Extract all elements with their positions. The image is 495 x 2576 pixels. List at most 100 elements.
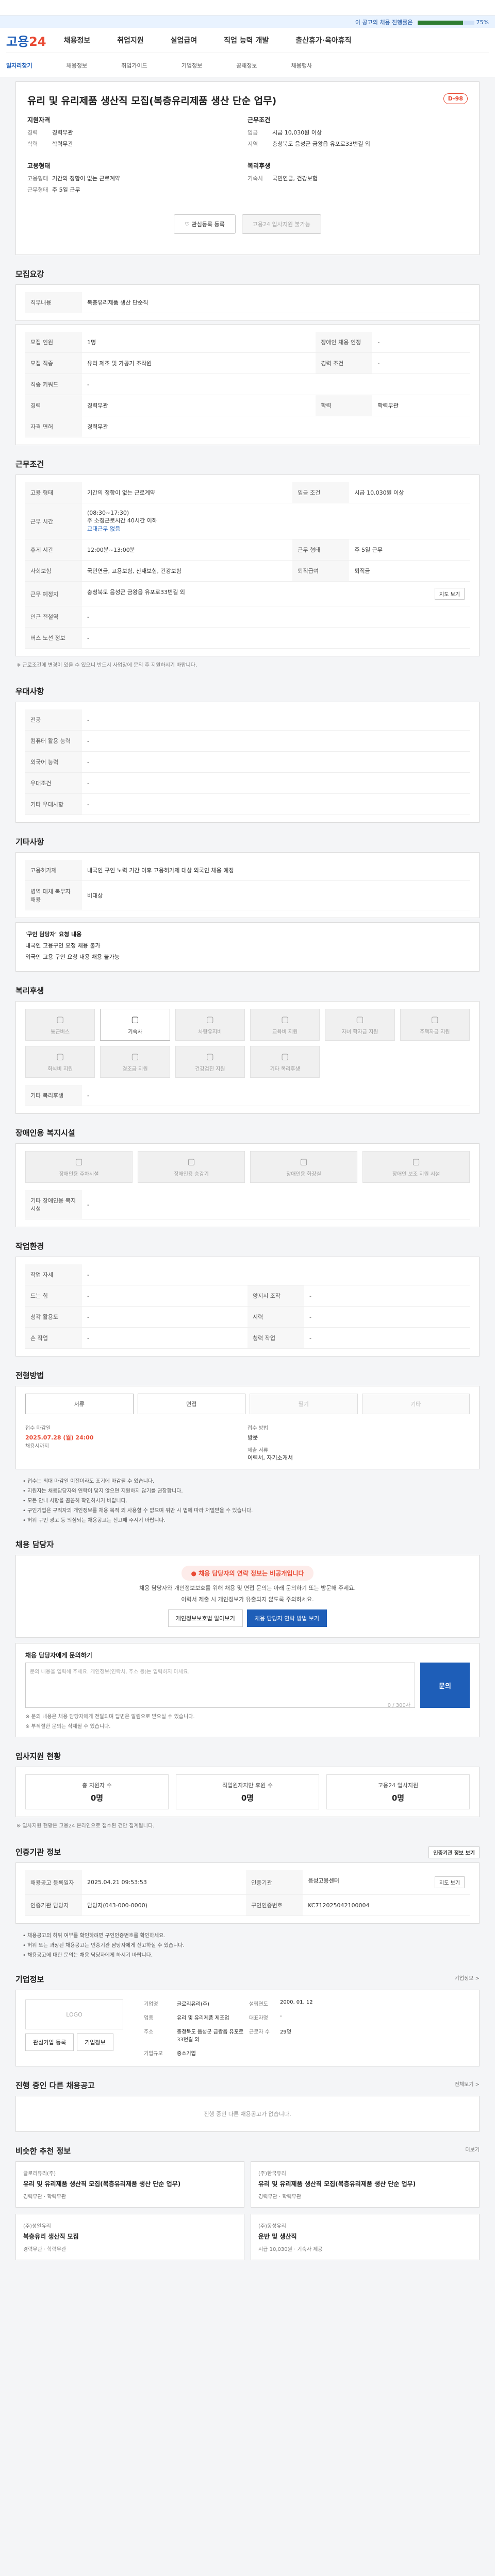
table-value: 퇴직금 <box>349 560 470 582</box>
site-logo[interactable]: 고용24 <box>6 31 46 49</box>
summary-heading: 근무조건 <box>248 116 271 124</box>
work-note: ※ 근로조건에 변경이 있을 수 있으니 반드시 사업장에 문의 후 지원하시기… <box>16 663 197 668</box>
work-section: 고용 형태 기간의 정함이 없는 근로계약 임금 조건 시급 10,030원 이상 근… <box>15 474 480 656</box>
welfare-item: ▢ 회식비 지원 <box>25 1046 95 1078</box>
agency-note: • 허위 또는 과장된 채용공고는 인증기관 담당자에게 신고하실 수 있습니다… <box>23 1943 185 1948</box>
question-submit-button[interactable]: 문의 <box>420 1663 470 1708</box>
desc-heading: '구인 담당자' 요청 내용 <box>25 931 82 938</box>
apply-stat: 직업원자지만 후원 수 0명 <box>176 1774 319 1809</box>
disabled-facility-item: ▢ 장애인용 화장실 <box>250 1151 357 1183</box>
apply-stat: 고용24 입사지원 0명 <box>326 1774 470 1809</box>
progress-fill <box>418 21 464 25</box>
table-key: 장애인 채용 인정 <box>316 332 373 353</box>
welfare-label: 통근버스 <box>51 1029 70 1035</box>
disabled-facility-item: ▢ 장애인 보조 지원 시설 <box>362 1151 470 1183</box>
table-key: 근무 시간 <box>25 503 82 539</box>
welfare-item: ▢ 기타 복리후생 <box>250 1046 320 1078</box>
table-value: 비대상 <box>82 880 470 910</box>
summary-heading: 복리후생 <box>248 162 271 170</box>
sub-nav-item[interactable]: 채용행사 <box>291 61 312 70</box>
table-row: 손 작업 - 청력 작업 - <box>25 1327 470 1349</box>
welfare-icon: ▢ <box>281 1014 289 1024</box>
top-notice <box>0 0 495 15</box>
sub-nav-item[interactable]: 취업가이드 <box>121 61 147 70</box>
company-section: LOGO 관심기업 등록 기업정보 기업명 글로리유리(주) 설립연도 2000. 0… <box>15 1990 480 2066</box>
recommend-title: 유리 및 유리제품 생산직 모집(복층유리제품 생산 단순 업무) <box>258 2180 416 2188</box>
contact-method-button[interactable]: 채용 담당자 연락 방법 보기 <box>246 1609 327 1627</box>
disabled-facility-item: ▢ 장애인용 주차시설 <box>25 1151 133 1183</box>
agency-map-button[interactable]: 지도 보기 <box>435 1876 465 1888</box>
facility-icon: ▢ <box>187 1157 195 1166</box>
process-step: 필기 <box>250 1394 358 1414</box>
follow-company-button[interactable]: 관심기업 등록 <box>25 2033 74 2051</box>
table-value: - <box>82 709 470 731</box>
apply-note: ※ 입사지원 현황은 고용24 온라인으로 접수된 건만 집계됩니다. <box>16 1823 155 1829</box>
table-value: 경력무관 <box>82 416 470 437</box>
summary-key: 근무형태 <box>27 187 48 193</box>
table-value: - <box>304 1285 470 1307</box>
recommend-card[interactable]: (주)동성유리 운반 및 생산직 시급 10,030원 · 기숙사 제공 <box>251 2214 480 2260</box>
welfare-icon: ▢ <box>56 1052 64 1061</box>
recommend-title: 운반 및 생산직 <box>258 2233 297 2240</box>
sub-nav-item[interactable]: 공채정보 <box>236 61 257 70</box>
section-title: 우대사항 <box>15 687 44 696</box>
process-note: • 허위 구인 광고 등 의심되는 채용공고는 신고해 주시기 바랍니다. <box>23 1518 166 1523</box>
apply-stat-label: 직업원자지만 후원 수 <box>222 1782 273 1789</box>
summary-heading: 고용형태 <box>27 162 51 170</box>
sub-nav-item[interactable]: 일자리찾기 <box>6 61 32 70</box>
section-title: 복리후생 <box>15 986 44 995</box>
sub-nav-item[interactable]: 기업정보 <box>182 61 202 70</box>
agency-section: 채용공고 등록일자 2025.04.21 09:53:53 인증기관 음성고용센터 지도… <box>15 1862 480 1924</box>
table-key: 인증기관 담당자 <box>25 1894 82 1916</box>
table-row: 청각 활용도 - 시력 - <box>25 1306 470 1328</box>
recommend-more-link[interactable]: 더보기 <box>465 2145 480 2153</box>
table-value: - <box>82 751 470 773</box>
sub-nav-item[interactable]: 채용정보 <box>67 61 87 70</box>
company-key: 설립연도 <box>249 2002 268 2007</box>
table-key: 컴퓨터 활용 능력 <box>25 730 82 752</box>
recommend-company: (주)동성유리 <box>258 2224 286 2229</box>
main-nav-item[interactable]: 직업 능력 개발 <box>224 35 269 45</box>
agency-notes: • 채용공고의 허위 여부를 확인하려면 구인인증번호를 확인하세요. • 허위 … <box>15 1924 480 1960</box>
process-step: 기타 <box>361 1394 470 1414</box>
welfare-section: ▢ 통근버스 ▢ 기숙사 ▢ 차량유지비 ▢ 교육비 지원 ▢ 자녀 학자금 지원 ▢ 주택자금 지원… <box>15 1001 480 1114</box>
company-value: 2000. 01. 12 <box>280 1999 313 2005</box>
section-title: 비슷한 추천 정보 더보기 <box>15 2145 480 2156</box>
table-value: - <box>82 374 470 395</box>
company-more-link[interactable]: 기업정보 > <box>455 1974 480 1981</box>
table-key: 청력 작업 <box>248 1327 304 1349</box>
summary-key: 임금 <box>248 129 258 136</box>
main-nav-item[interactable]: 출산휴가·육아휴직 <box>295 35 351 45</box>
other-jobs-more-link[interactable]: 전체보기 > <box>455 2080 480 2088</box>
docs-value: 이력서, 자기소개서 <box>248 1454 293 1461</box>
section-title: 진행 중인 다른 채용공고 전체보기 > <box>15 2080 480 2090</box>
table-key: 병역 대체 복무자 채용 <box>25 880 82 910</box>
disabled-facility-item: ▢ 장애인용 승강기 <box>138 1151 245 1183</box>
recommend-card[interactable]: (주)한국유리 유리 및 유리제품 생산직 모집(복층유리제품 생산 단순 업무)… <box>251 2161 480 2208</box>
agency-info-button[interactable]: 인증기관 정보 보기 <box>428 1846 480 1858</box>
facility-label: 장애인 보조 지원 시설 <box>392 1172 440 1177</box>
disabled-section: ▢ 장애인용 주차시설 ▢ 장애인용 승강기 ▢ 장애인용 화장실 ▢ 장애인 보조 지원 시… <box>15 1143 480 1227</box>
main-nav-item[interactable]: 취업지원 <box>117 35 144 45</box>
contact-line: 이력서 제출 시 개인정보가 유출되지 않도록 주의하세요. <box>181 1596 314 1603</box>
table-value: - <box>304 1327 470 1349</box>
apply-button[interactable]: 고용24 입사지원 불가능 <box>241 214 321 234</box>
section-title: 모집요강 <box>15 269 44 279</box>
apply-stat-label: 고용24 입사지원 <box>377 1782 419 1789</box>
recommend-card[interactable]: (주)성일유리 복층유리 생산직 모집 경력무관 · 학력무관 <box>15 2214 244 2260</box>
table-value: 복층유리제품 생산 단순직 <box>82 292 470 313</box>
summary-heading: 지원자격 <box>27 116 51 124</box>
map-button[interactable]: 지도 보기 <box>435 588 465 600</box>
privacy-button[interactable]: 개인정보보호법 알아보기 <box>168 1609 243 1627</box>
company-info-button[interactable]: 기업정보 <box>77 2033 113 2051</box>
table-key: 직무내용 <box>25 292 82 313</box>
question-input[interactable]: 문의 내용을 입력해 주세요. 개인정보(연락처, 주소 등)는 입력하지 마세… <box>25 1663 415 1708</box>
scrap-button[interactable]: ♡ 관심등록 등록 <box>174 214 236 234</box>
table-key: 인근 전철역 <box>25 606 82 628</box>
table-key: 고용 형태 <box>25 482 82 503</box>
table-key: 고용허가제 <box>25 860 82 881</box>
question-section: 채용 담당자에게 문의하기 문의 내용을 입력해 주세요. 개인정보(연락처, … <box>15 1643 480 1737</box>
main-nav-item[interactable]: 채용정보 <box>64 35 91 45</box>
main-nav-item[interactable]: 실업급여 <box>171 35 197 45</box>
recommend-card[interactable]: 글로리유리(주) 유리 및 유리제품 생산직 모집(복층유리제품 생산 단순 업무… <box>15 2161 244 2208</box>
